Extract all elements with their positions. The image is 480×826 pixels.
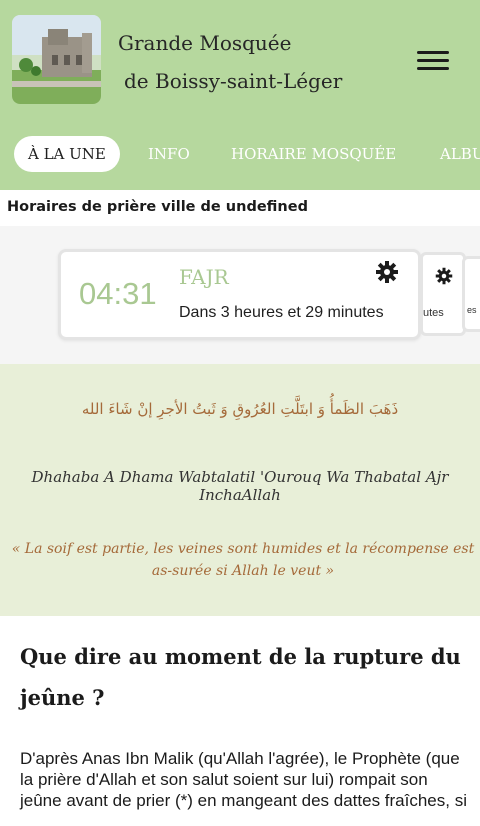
gear-icon[interactable] bbox=[435, 267, 453, 285]
gear-icon[interactable] bbox=[375, 260, 399, 284]
prayer-countdown: Dans 3 heures et 29 minutes bbox=[179, 304, 384, 321]
prayer-card-peek-far[interactable]: es bbox=[462, 256, 480, 332]
tab-horaire-mosquee[interactable]: HORAIRE MOSQUÉE bbox=[231, 136, 396, 172]
top-tabs: À LA UNE INFO HORAIRE MOSQUÉE ALBU bbox=[0, 136, 480, 172]
tab-album[interactable]: ALBU bbox=[440, 136, 480, 172]
dua-transliteration: Dhahaba A Dhama Wabtalatil 'Ourouq Wa Th… bbox=[31, 468, 449, 504]
article-body: D'après Anas Ibn Malik (qu'Allah l'agrée… bbox=[20, 749, 467, 810]
article-title: Que dire au moment de la rupture du jeûn… bbox=[20, 644, 461, 710]
prayer-name: FAJR bbox=[179, 265, 229, 289]
next-prayer-card[interactable]: 04:31 FAJR Dans 3 heures et 29 minutes bbox=[58, 249, 421, 340]
mosque-title: Grande Mosquée de Boissy-saint-Léger bbox=[118, 24, 378, 100]
prayer-card-peek[interactable]: utes bbox=[420, 252, 466, 336]
prayer-time: 04:31 bbox=[79, 276, 157, 311]
iftar-dua-section: ذَهَبَ الظَمأُ وَ ابتَلَّتِ العُرُوقِ وَ… bbox=[0, 364, 480, 616]
hamburger-menu-icon[interactable] bbox=[414, 46, 452, 76]
peek-card-text: es bbox=[467, 305, 477, 315]
title-line-2: de Boissy-saint-Léger bbox=[124, 69, 343, 93]
prayer-carousel[interactable]: 04:31 FAJR Dans 3 heures et 29 minutes u… bbox=[0, 226, 480, 364]
prayer-times-heading: Horaires de prière ville de undefined bbox=[7, 199, 308, 215]
app-header: Grande Mosquée de Boissy-saint-Léger À L… bbox=[0, 0, 480, 190]
dua-translation: « La soif est partie, les veines sont hu… bbox=[11, 541, 475, 579]
tab-info[interactable]: INFO bbox=[148, 136, 190, 172]
dua-arabic: ذَهَبَ الظَمأُ وَ ابتَلَّتِ العُرُوقِ وَ… bbox=[81, 400, 399, 418]
title-line-1: Grande Mosquée bbox=[118, 31, 292, 55]
peek-card-text: utes bbox=[423, 307, 444, 319]
mosque-logo[interactable] bbox=[12, 15, 101, 104]
tab-a-la-une[interactable]: À LA UNE bbox=[14, 136, 120, 172]
